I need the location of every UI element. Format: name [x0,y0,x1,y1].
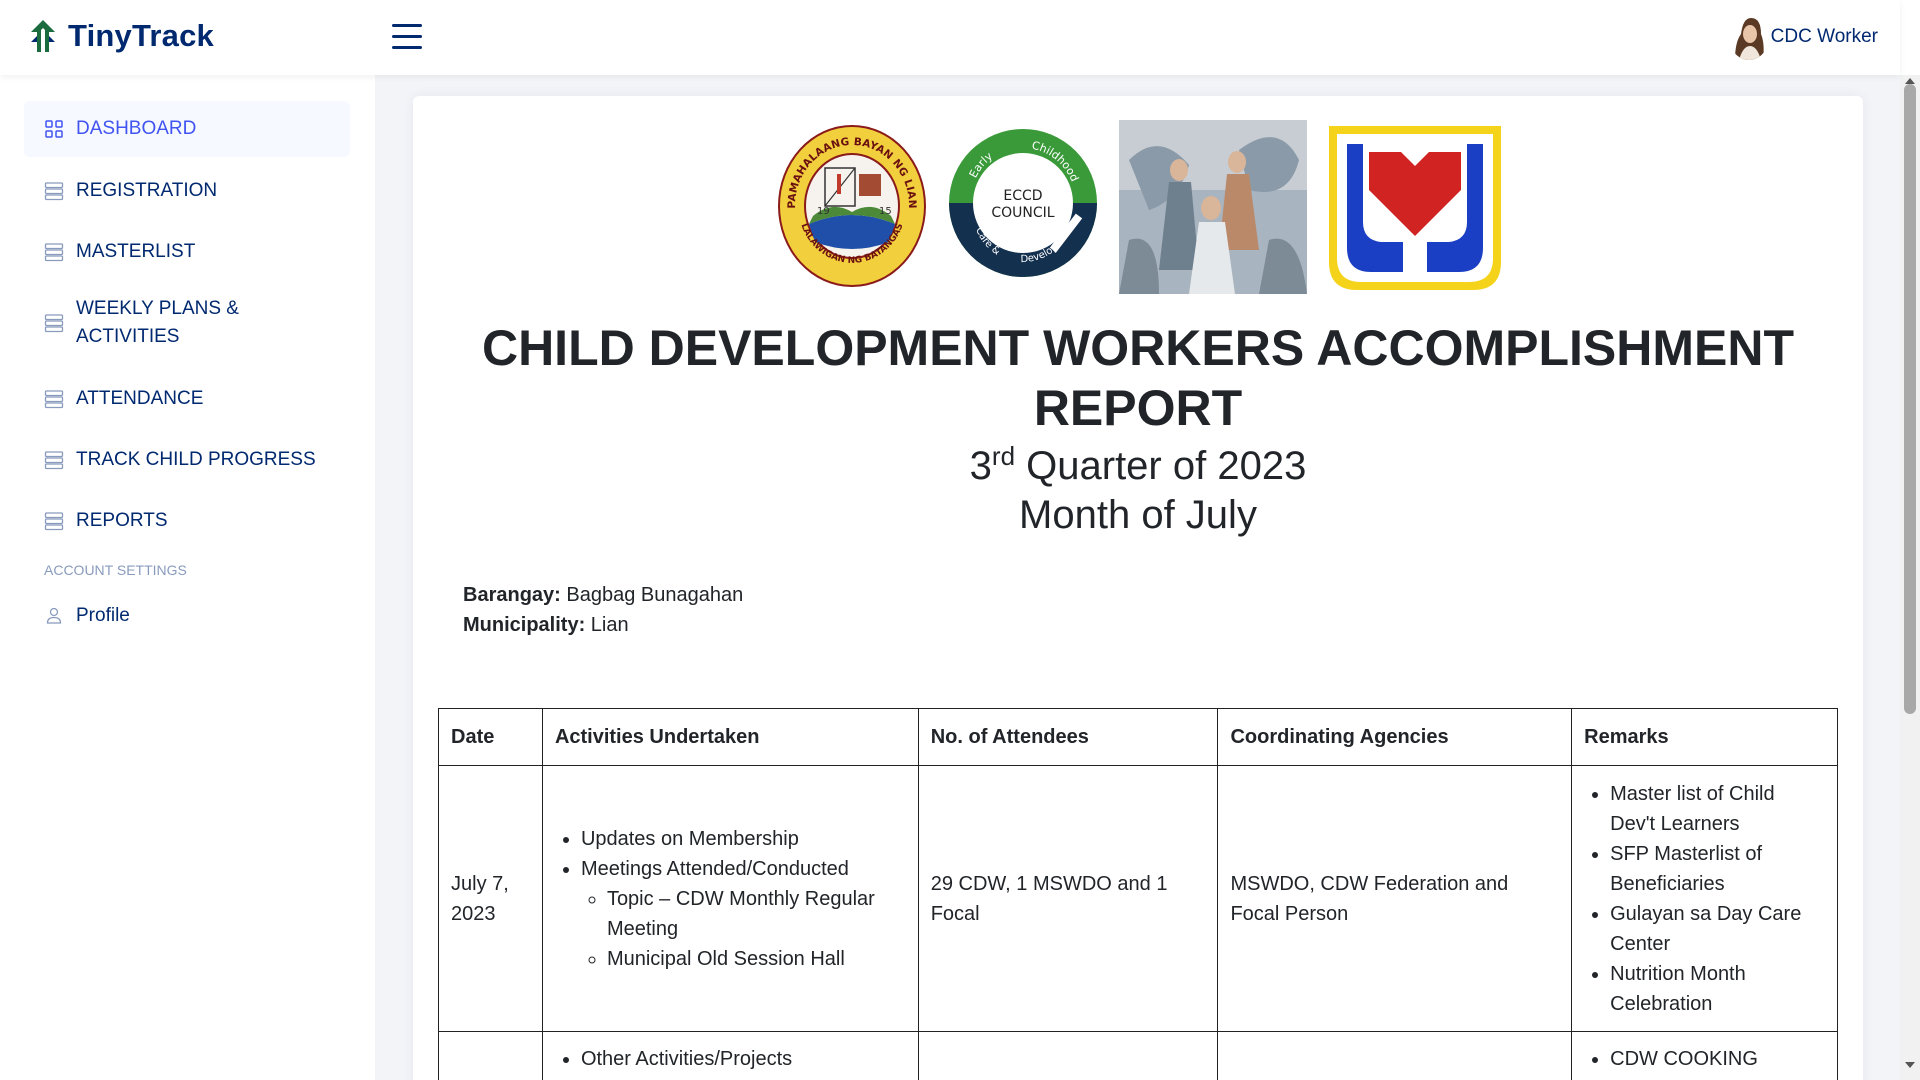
date-cell: July 7, 2023 [438,765,543,1032]
remarks-cell: Master list of Child Dev't Learners SFP … [1571,765,1838,1032]
sub-list-item: Topic – CDW Monthly Regular Meeting [607,884,906,944]
account-settings-heading: ACCOUNT SETTINGS [44,562,187,578]
scrollbar-header-gap [1900,0,1920,75]
report-quarter: 3rd Quarter of 2023 [413,442,1863,490]
report-month: Month of July [1019,493,1257,537]
list-icon [44,314,64,333]
app-name: TinyTrack [68,18,214,53]
barangay-value: Bagbag Bunagahan [560,584,744,606]
column-header: Activities Undertaken [541,708,919,766]
list-item: SFP Masterlist of Beneficiaries [1610,839,1825,899]
sidebar-item-label: Profile [76,605,130,626]
list-item: Master list of Child Dev't Learners [1610,779,1825,839]
attendees-cell: 29 CDW, 1 MSWDO and 1 Focal [917,765,1219,1032]
list-item: CDW COOKING [1610,1044,1825,1074]
seal-year-left: 19 [817,206,830,217]
column-header: Remarks [1571,708,1838,766]
sidebar-item-label: REGISTRATION [76,180,218,201]
list-item: Meetings Attended/Conducted Topic – CDW … [581,854,906,974]
sidebar-item-label: MASTERLIST [76,241,196,262]
report-card: 19 15 PAMAHALAANG BAYAN NG LIAN LALAWIGA… [413,96,1863,1080]
report-location: Barangay: Bagbag Bunagahan Municipality:… [463,580,743,640]
grid-icon [45,120,63,138]
column-header: No. of Attendees [917,708,1219,766]
sidebar-item-weekly-plans[interactable]: WEEKLY PLANS & ACTIVITIES [24,285,350,361]
list-item: Updates on Membership [581,824,906,854]
quarter-text: Quarter of 2023 [1015,444,1307,488]
scrollbar-thumb[interactable] [1904,84,1916,714]
column-header: Date [438,708,543,766]
sidebar-item-label: DASHBOARD [76,118,197,139]
attendees-cell [917,1031,1219,1080]
list-item: Gulayan sa Day Care Center [1610,899,1825,959]
user-name: CDC Worker [1770,26,1878,47]
dswd-logo-icon [1329,126,1501,290]
list-item-text: Meetings Attended/Conducted [580,857,849,880]
sidebar-item-dashboard[interactable]: DASHBOARD [24,101,350,157]
person-icon [46,607,62,624]
sidebar-item-attendance[interactable]: ATTENDANCE [24,371,350,427]
date-cell [438,1031,543,1080]
sidebar-item-label: ATTENDANCE [76,388,204,409]
quarter-number: 3 [969,444,992,488]
app-logo[interactable]: TinyTrack [28,18,214,54]
column-header: Coordinating Agencies [1217,708,1573,766]
sidebar-item-label: WEEKLY PLANS & ACTIVITIES [76,298,239,347]
seal-year-right: 15 [879,206,892,217]
scroll-down-arrow-icon[interactable] [1905,1062,1915,1068]
user-menu[interactable]: CDC Worker [1728,14,1878,60]
barangay-label: Barangay: [463,584,561,606]
sidebar: DASHBOARD REGISTRATION MASTERLIST WEEKLY… [0,75,375,1080]
app-logo-icon [31,20,55,52]
lian-municipal-seal-icon: 19 15 PAMAHALAANG BAYAN NG LIAN LALAWIGA… [778,125,926,287]
user-avatar [1728,14,1769,60]
eccd-council-logo-icon: ECCD COUNCIL Early Childhood Care & Deve… [949,129,1097,277]
agencies-cell [1217,1031,1573,1080]
sidebar-item-label: REPORTS [76,510,168,531]
sidebar-toggle-icon[interactable] [392,24,422,50]
sidebar-item-track-child-progress[interactable]: TRACK CHILD PROGRESS [24,432,350,488]
table-header-row: Date Activities Undertaken No. of Attend… [438,708,1838,766]
report-title: CHILD DEVELOPMENT WORKERS ACCOMPLISHMENT… [481,320,1795,436]
list-icon [44,512,64,531]
municipality-value: Lian [585,614,629,636]
agencies-cell: MSWDO, CDW Federation and Focal Person [1217,765,1573,1032]
eccd-line-1: ECCD [1003,188,1042,204]
list-icon [44,451,64,470]
sub-list-item: Municipal Old Session Hall [607,944,906,974]
list-icon [44,182,64,201]
municipality-label: Municipality: [463,614,586,636]
table-row: July 7, 2023 Updates on Membership Meeti… [438,765,1838,1032]
sidebar-item-registration[interactable]: REGISTRATION [24,163,350,219]
remarks-cell: CDW COOKING [1571,1031,1838,1080]
list-item: Other Activities/Projects [581,1044,906,1074]
list-item: Nutrition Month Celebration [1610,959,1825,1019]
sidebar-item-reports[interactable]: REPORTS [24,493,350,549]
list-icon [44,243,64,262]
eccd-line-2: COUNCIL [991,205,1054,221]
accomplishment-table: Date Activities Undertaken No. of Attend… [438,708,1838,1080]
activities-cell: Other Activities/Projects [541,1031,919,1080]
list-icon [44,390,64,409]
table-row: Other Activities/Projects CDW COOKING [438,1031,1838,1080]
sidebar-item-label: TRACK CHILD PROGRESS [76,449,316,470]
top-header: TinyTrack CDC Worker [0,0,1900,75]
sidebar-item-masterlist[interactable]: MASTERLIST [24,224,350,280]
activities-cell: Updates on Membership Meetings Attended/… [541,765,919,1032]
angels-painting-image [1119,120,1307,294]
sidebar-item-profile[interactable]: Profile [24,588,350,644]
quarter-suffix: rd [991,441,1016,471]
